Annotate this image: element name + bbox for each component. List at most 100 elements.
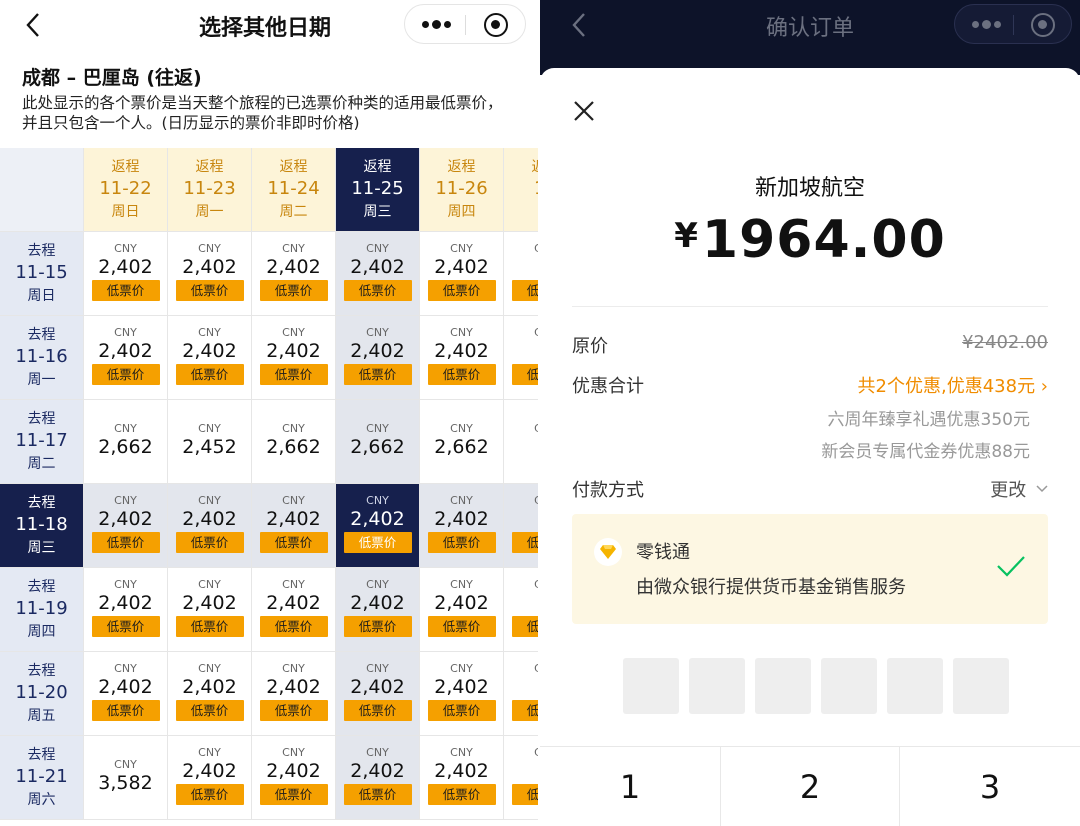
depart-weekday: 周四 (27, 624, 56, 640)
depart-date-header[interactable]: 去程 11-17 周二 (0, 400, 84, 484)
fare-cell[interactable]: CNY 2,402 低票价 (252, 568, 336, 652)
depart-date-header[interactable]: 去程 11-18 周三 (0, 484, 84, 568)
fare-cell[interactable]: CNY 2,402 低票价 (420, 316, 504, 400)
fare-cell[interactable]: CNY2 (504, 400, 538, 484)
more-icon[interactable] (422, 18, 451, 32)
fare-cell[interactable]: CNY 2,402 低票价 (168, 316, 252, 400)
change-payment-button[interactable]: 更改 (990, 476, 1048, 502)
fare-cell[interactable]: CNY 2,402 低票价 (336, 232, 420, 316)
key-3[interactable]: 3 (900, 747, 1080, 826)
currency-label: CNY (114, 326, 137, 339)
fare-cell[interactable]: CNY 2,402 低票价 (168, 568, 252, 652)
return-date-header[interactable]: 返程 11-24 周二 (252, 148, 336, 232)
fare-cell[interactable]: CNY 2,402 低票价 (252, 316, 336, 400)
return-date-header[interactable]: 返程 11-22 周日 (84, 148, 168, 232)
fare-cell[interactable]: CNY 2,452 (168, 400, 252, 484)
return-date-header[interactable]: 返程11周 (504, 148, 538, 232)
currency-label: CNY (282, 326, 305, 339)
fare-cell[interactable]: CNY 2,402 低票价 (252, 484, 336, 568)
return-date-header[interactable]: 返程 11-23 周一 (168, 148, 252, 232)
fare-cell[interactable]: CNY 2,662 (84, 400, 168, 484)
fare-cell[interactable]: CNY 2,402 低票价 (84, 316, 168, 400)
fare-cell[interactable]: CNY 2,402 低票价 (336, 316, 420, 400)
payment-method-option[interactable]: 零钱通 由微众银行提供货币基金销售服务 (572, 514, 1048, 624)
fare-cell[interactable]: CNY2低票价 (504, 736, 538, 820)
fare-cell[interactable]: CNY 2,402 低票价 (252, 736, 336, 820)
depart-date-header[interactable]: 去程 11-15 周日 (0, 232, 84, 316)
close-mini-program-icon[interactable] (484, 13, 508, 37)
discount-summary-link[interactable]: 共2个优惠,优惠438元 › (858, 372, 1048, 398)
discount-label: 优惠合计 (572, 376, 644, 397)
fare-cell[interactable]: CNY 2,402 低票价 (420, 484, 504, 568)
fare-cell[interactable]: CNY 2,402 低票价 (168, 736, 252, 820)
fare-cell[interactable]: CNY 2,402 低票价 (336, 736, 420, 820)
fare-cell[interactable]: CNY 2,402 低票价 (252, 232, 336, 316)
fare-price: 2 (504, 592, 538, 614)
fare-cell[interactable]: CNY2低票价 (504, 484, 538, 568)
fare-cell[interactable]: CNY2低票价 (504, 568, 538, 652)
fare-cell[interactable]: CNY 2,402 低票价 (84, 568, 168, 652)
fare-cell[interactable]: CNY 2,402 低票价 (420, 232, 504, 316)
depart-date-header[interactable]: 去程 11-20 周五 (0, 652, 84, 736)
fare-cell[interactable]: CNY 2,402 低票价 (336, 484, 420, 568)
return-date-header[interactable]: 返程 11-25 周三 (336, 148, 420, 232)
return-date: 11-23 (183, 178, 236, 199)
currency-label: CNY (114, 422, 137, 435)
payment-method-name: 零钱通 (636, 542, 690, 563)
low-fare-badge: 低票价 (511, 364, 538, 385)
depart-date-header[interactable]: 去程 11-19 周四 (0, 568, 84, 652)
depart-date-header[interactable]: 去程 11-21 周六 (0, 736, 84, 820)
fare-cell[interactable]: CNY 2,662 (252, 400, 336, 484)
return-date-header[interactable]: 返程 11-26 周四 (420, 148, 504, 232)
return-label: 返程 (504, 156, 539, 176)
fare-price: 2,402 (350, 340, 405, 362)
fare-price: 2,402 (350, 760, 405, 782)
fare-cell[interactable]: CNY 2,402 低票价 (168, 484, 252, 568)
check-icon (996, 554, 1026, 578)
fare-cell[interactable]: CNY2低票价 (504, 232, 538, 316)
fare-cell[interactable]: CNY 2,402 低票价 (420, 652, 504, 736)
return-date: 11-22 (99, 178, 152, 199)
currency-label: CNY (450, 578, 473, 591)
mini-program-capsule (404, 4, 526, 44)
fare-cell[interactable]: CNY 2,402 低票价 (420, 568, 504, 652)
fare-cell[interactable]: CNY 2,402 低票价 (168, 232, 252, 316)
fare-cell[interactable]: CNY 2,402 低票价 (252, 652, 336, 736)
fare-cell[interactable]: CNY 2,662 (420, 400, 504, 484)
depart-label: 去程 (27, 411, 56, 427)
more-icon[interactable] (972, 18, 1001, 32)
fare-price: 2,402 (266, 508, 321, 530)
fare-cell[interactable]: CNY 2,402 低票价 (420, 736, 504, 820)
fare-cell[interactable]: CNY 2,402 低票价 (84, 652, 168, 736)
close-mini-program-icon[interactable] (1031, 13, 1055, 37)
close-icon[interactable] (573, 100, 595, 122)
fare-cell[interactable]: CNY 2,662 (336, 400, 420, 484)
depart-date: 11-17 (15, 430, 68, 451)
low-fare-badge: 低票价 (175, 532, 244, 553)
fare-cell[interactable]: CNY 2,402 低票价 (336, 652, 420, 736)
currency-label: CNY (282, 242, 305, 255)
fare-cell[interactable]: CNY 3,582 (84, 736, 168, 820)
fare-cell[interactable]: CNY 2,402 低票价 (336, 568, 420, 652)
low-fare-badge: 低票价 (343, 616, 412, 637)
fare-cell[interactable]: CNY 2,402 低票价 (168, 652, 252, 736)
key-1[interactable]: 1 (540, 747, 720, 826)
currency-label: CNY (114, 578, 137, 591)
low-fare-badge: 低票价 (511, 784, 538, 805)
depart-date-header[interactable]: 去程 11-16 周一 (0, 316, 84, 400)
key-2[interactable]: 2 (720, 747, 900, 826)
fare-cell[interactable]: CNY 2,402 低票价 (84, 484, 168, 568)
fare-price: 2,402 (98, 508, 153, 530)
fare-price: 2,402 (182, 676, 237, 698)
pin-digit-box (821, 658, 877, 714)
fare-cell[interactable]: CNY 2,402 低票价 (84, 232, 168, 316)
currency-label: CNY (198, 578, 221, 591)
currency-label: CNY (366, 494, 389, 507)
payment-sheet: 新加坡航空 ¥1964.00 原价 ¥2402.00 优惠合计 共2个优惠,优惠… (540, 68, 1080, 826)
currency-label: CNY (198, 494, 221, 507)
currency-label: CNY (282, 662, 305, 675)
fare-cell[interactable]: CNY2低票价 (504, 316, 538, 400)
low-fare-badge: 低票价 (427, 532, 496, 553)
low-fare-badge: 低票价 (427, 616, 496, 637)
fare-cell[interactable]: CNY2低票价 (504, 652, 538, 736)
